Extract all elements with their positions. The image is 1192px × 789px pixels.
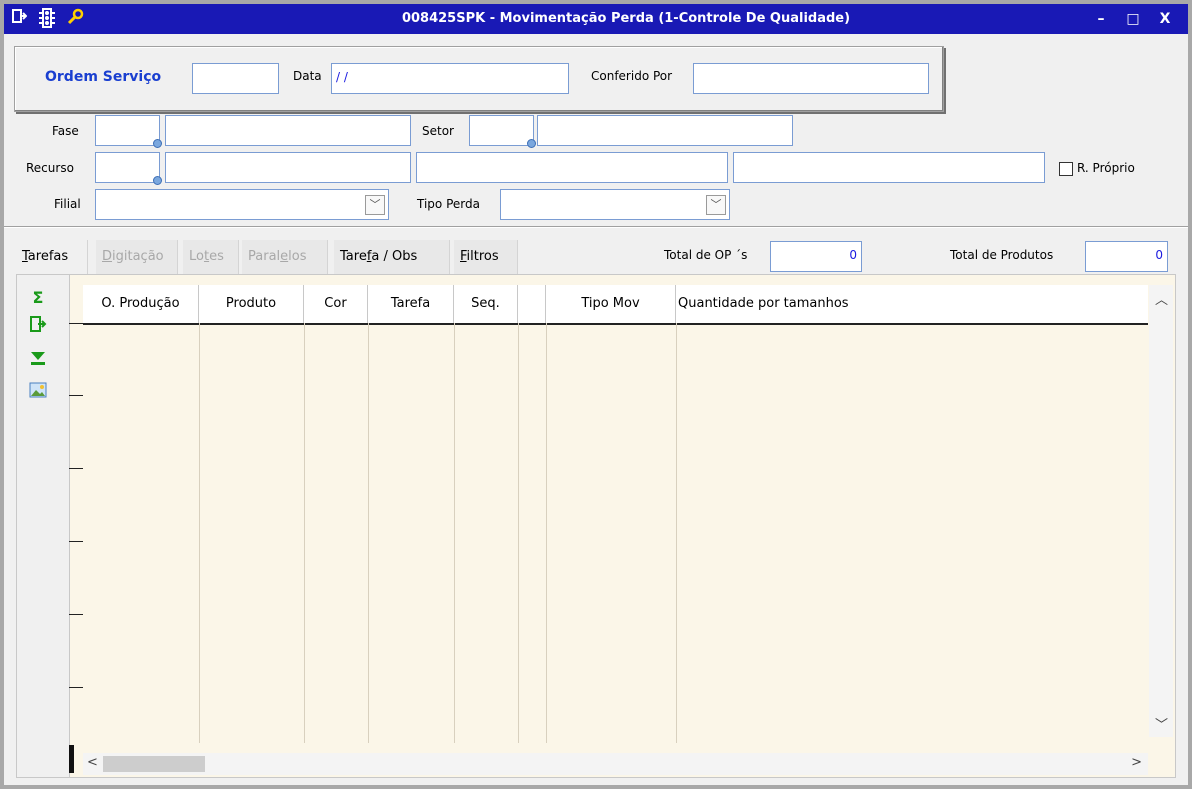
data-input[interactable]: / / <box>331 63 569 94</box>
chevron-down-icon[interactable]: ﹀ <box>1155 714 1168 733</box>
recurso-label: Recurso <box>26 161 74 175</box>
data-label: Data <box>293 69 322 83</box>
row-marker <box>69 323 83 324</box>
row-marker <box>69 541 83 542</box>
column-divider <box>304 323 305 743</box>
traffic-light-icon[interactable] <box>36 8 58 30</box>
vertical-scrollbar[interactable]: ︿ ﹀ <box>1149 285 1173 737</box>
ordem-servico-panel: Ordem Serviço Data / / Conferido Por <box>14 46 944 112</box>
tab-filtros[interactable]: Filtros <box>454 240 518 274</box>
column-divider <box>199 323 200 743</box>
window-title: 008425SPK - Movimentação Perda (1-Contro… <box>401 11 851 26</box>
export-icon[interactable] <box>27 315 49 337</box>
row-marker <box>69 468 83 469</box>
conferido-por-label: Conferido Por <box>591 69 673 83</box>
tab-digitacao[interactable]: Digitação <box>96 240 178 274</box>
column-divider <box>546 323 547 743</box>
chevron-down-icon[interactable]: ﹀ <box>365 195 385 215</box>
column-header[interactable]: Cor <box>304 285 368 323</box>
ordem-servico-label: Ordem Serviço <box>45 69 162 85</box>
tipo-perda-select[interactable]: ﹀ <box>500 189 730 220</box>
setor-code-input[interactable] <box>469 115 536 148</box>
column-header[interactable]: Tipo Mov <box>546 285 676 323</box>
row-marker <box>69 395 83 396</box>
chevron-left-icon[interactable]: < <box>87 755 98 770</box>
recurso-extra-input-2[interactable] <box>733 152 1045 183</box>
production-grid: Σ O. Produção Produto Cor Tarefa Seq. Ti… <box>16 274 1176 778</box>
title-bar[interactable]: 008425SPK - Movimentação Perda (1-Contro… <box>4 4 1188 34</box>
horizontal-scrollbar[interactable]: < > <box>83 753 1148 775</box>
wrench-icon[interactable] <box>64 8 86 30</box>
lookup-icon[interactable] <box>153 139 162 148</box>
fase-desc-input[interactable] <box>165 115 411 146</box>
image-icon[interactable] <box>27 381 49 403</box>
total-op-label: Total de OP ´s <box>664 248 748 262</box>
column-header[interactable]: Quantidade por tamanhos <box>676 285 1148 323</box>
column-divider <box>454 323 455 743</box>
column-header[interactable]: Seq. <box>454 285 518 323</box>
row-indicator <box>69 745 74 773</box>
column-header[interactable]: Tarefa <box>368 285 454 323</box>
ordem-servico-input[interactable] <box>192 63 279 94</box>
conferido-por-input[interactable] <box>693 63 929 94</box>
filial-select[interactable]: ﹀ <box>95 189 389 220</box>
row-marker <box>69 614 83 615</box>
column-divider <box>368 323 369 743</box>
recurso-code-input[interactable] <box>95 152 162 185</box>
total-op-value: 0 <box>770 241 862 272</box>
column-divider <box>518 323 519 743</box>
total-produtos-value: 0 <box>1085 241 1168 272</box>
recurso-desc-input[interactable] <box>165 152 411 183</box>
grid-toolbar: Σ <box>17 275 70 777</box>
setor-label: Setor <box>422 124 454 138</box>
grid-header: O. Produção Produto Cor Tarefa Seq. Tipo… <box>83 285 1148 325</box>
tab-tarefa-obs[interactable]: Tarefa / Obs <box>334 240 450 274</box>
column-divider <box>676 323 677 743</box>
close-button[interactable]: X <box>1152 9 1178 29</box>
app-window: 008425SPK - Movimentação Perda (1-Contro… <box>0 0 1192 789</box>
tipo-perda-label: Tipo Perda <box>417 197 480 211</box>
chevron-up-icon[interactable]: ︿ <box>1155 289 1168 308</box>
lookup-icon[interactable] <box>527 139 536 148</box>
column-header[interactable] <box>518 285 546 323</box>
download-icon[interactable] <box>27 349 49 371</box>
separator <box>4 226 1188 227</box>
chevron-right-icon[interactable]: > <box>1131 755 1142 770</box>
row-marker <box>69 687 83 688</box>
setor-desc-input[interactable] <box>537 115 793 146</box>
r-proprio-checkbox[interactable] <box>1059 162 1073 176</box>
scrollbar-thumb[interactable] <box>103 756 205 772</box>
fase-code-input[interactable] <box>95 115 162 148</box>
recurso-extra-input-1[interactable] <box>416 152 728 183</box>
tab-tarefas[interactable]: Tarefas <box>16 240 88 274</box>
fase-label: Fase <box>52 124 79 138</box>
maximize-button[interactable]: □ <box>1120 9 1146 29</box>
r-proprio-label: R. Próprio <box>1077 161 1135 175</box>
sigma-icon[interactable]: Σ <box>27 287 49 309</box>
minimize-button[interactable]: – <box>1088 9 1114 29</box>
chevron-down-icon[interactable]: ﹀ <box>706 195 726 215</box>
total-produtos-label: Total de Produtos <box>950 248 1054 262</box>
tab-lotes[interactable]: Lotes <box>183 240 239 274</box>
menu-icon[interactable] <box>8 8 30 30</box>
filial-label: Filial <box>54 197 81 211</box>
tab-paralelos[interactable]: Paralelos <box>242 240 328 274</box>
lookup-icon[interactable] <box>153 176 162 185</box>
column-header[interactable]: Produto <box>199 285 304 323</box>
column-header[interactable]: O. Produção <box>83 285 199 323</box>
